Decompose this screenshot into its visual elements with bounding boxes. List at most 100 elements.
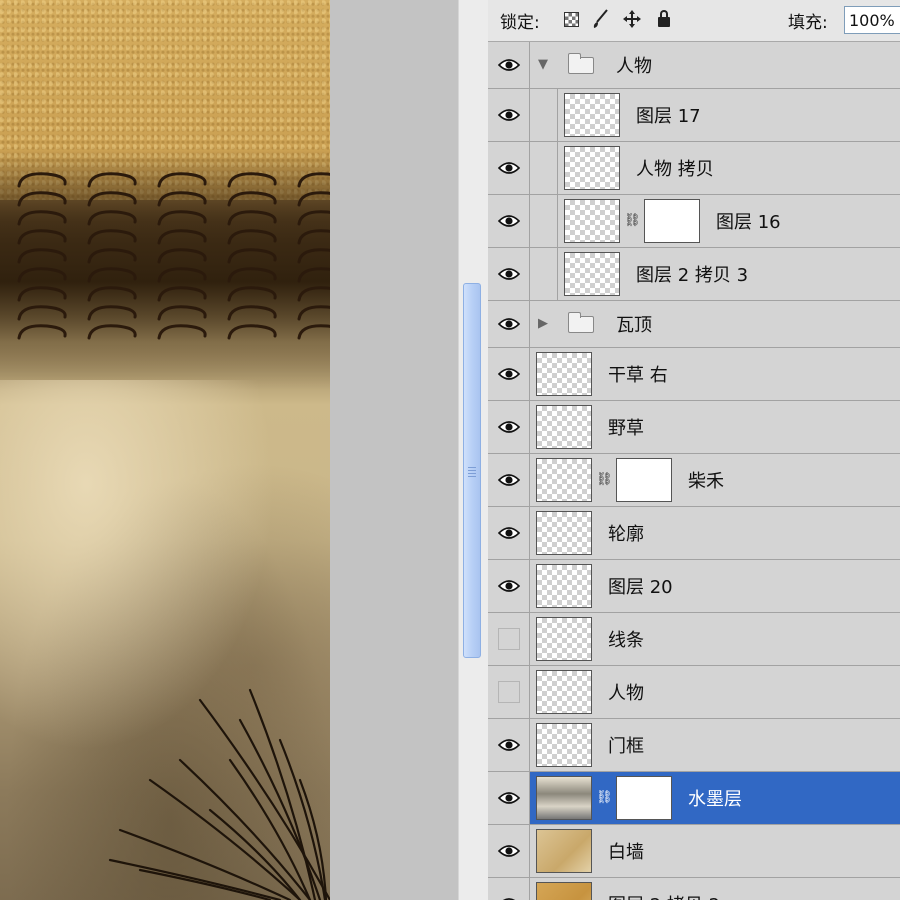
layer-thumbnail bbox=[536, 352, 592, 396]
eye-icon bbox=[498, 527, 520, 539]
eye-icon bbox=[498, 421, 520, 433]
visibility-toggle[interactable] bbox=[488, 401, 530, 453]
layer-row[interactable]: 图层 2 拷贝 3 bbox=[488, 248, 900, 301]
layer-row[interactable]: 干草 右 bbox=[488, 348, 900, 401]
layer-thumbnail bbox=[536, 405, 592, 449]
layer-name: 人物 bbox=[616, 56, 652, 77]
layer-name: 图层 17 bbox=[636, 106, 701, 127]
layer-name: 人物 bbox=[608, 683, 644, 704]
layer-name: 人物 拷贝 bbox=[636, 159, 714, 180]
visibility-toggle[interactable] bbox=[488, 195, 530, 247]
layer-thumbnail bbox=[536, 723, 592, 767]
visibility-toggle[interactable] bbox=[488, 142, 530, 194]
roof-tiles-drawing bbox=[17, 172, 330, 340]
layer-row[interactable]: 轮廓 bbox=[488, 507, 900, 560]
layer-name: 野草 bbox=[608, 418, 644, 439]
group-indent bbox=[530, 248, 558, 300]
layer-name: 瓦顶 bbox=[616, 315, 652, 336]
layer-row[interactable]: 线条 bbox=[488, 613, 900, 666]
visibility-toggle[interactable] bbox=[488, 507, 530, 559]
lock-label: 锁定: bbox=[500, 13, 540, 33]
layer-list: ▼ 人物 图层 17 人物 拷贝 ⛓ 图层 16 图层 2 拷贝 3 ▶ 瓦顶 干草 右野草 ⛓ 柴禾… bbox=[488, 42, 900, 900]
hidden-visibility-box bbox=[498, 681, 520, 703]
layer-name: 线条 bbox=[608, 630, 644, 651]
layer-thumbnail bbox=[536, 511, 592, 555]
layer-name: 门框 bbox=[608, 736, 644, 757]
group-indent bbox=[530, 195, 558, 247]
lock-toolbar: 锁定: 填充: bbox=[488, 0, 900, 42]
visibility-toggle[interactable] bbox=[488, 666, 530, 718]
layer-name: 柴禾 bbox=[688, 471, 724, 492]
layer-row[interactable]: ⛓ 柴禾 bbox=[488, 454, 900, 507]
layers-scrollbar[interactable] bbox=[458, 0, 488, 900]
eye-icon bbox=[498, 580, 520, 592]
layer-row[interactable]: 图层 17 bbox=[488, 89, 900, 142]
layer-row[interactable]: ⛓ 图层 16 bbox=[488, 195, 900, 248]
layer-name: 图层 2 拷贝 3 bbox=[636, 265, 749, 286]
hidden-visibility-box bbox=[498, 628, 520, 650]
layer-row[interactable]: 野草 bbox=[488, 401, 900, 454]
layer-thumbnail bbox=[564, 252, 620, 296]
layer-thumbnail bbox=[564, 146, 620, 190]
fill-opacity-input[interactable] bbox=[844, 6, 900, 34]
visibility-toggle[interactable] bbox=[488, 301, 530, 347]
visibility-toggle[interactable] bbox=[488, 42, 530, 88]
layer-mask-thumbnail[interactable] bbox=[616, 776, 672, 820]
layer-row[interactable]: 图层 20 bbox=[488, 560, 900, 613]
layer-mask-thumbnail[interactable] bbox=[616, 458, 672, 502]
layer-thumbnail bbox=[536, 776, 592, 820]
visibility-toggle[interactable] bbox=[488, 772, 530, 824]
layer-row[interactable]: 门框 bbox=[488, 719, 900, 772]
visibility-toggle[interactable] bbox=[488, 248, 530, 300]
layer-row[interactable]: 图层 2 拷贝 2 bbox=[488, 878, 900, 900]
layer-thumbnail bbox=[536, 829, 592, 873]
layer-name: 水墨层 bbox=[688, 789, 742, 810]
layer-group-row[interactable]: ▶ 瓦顶 bbox=[488, 301, 900, 348]
layer-name: 白墙 bbox=[608, 842, 644, 863]
layer-row[interactable]: 白墙 bbox=[488, 825, 900, 878]
disclosure-expanded-icon[interactable]: ▼ bbox=[538, 58, 552, 72]
visibility-toggle[interactable] bbox=[488, 560, 530, 612]
layer-row[interactable]: 人物 拷贝 bbox=[488, 142, 900, 195]
lock-all-padlock-icon[interactable] bbox=[654, 8, 674, 30]
mask-link-icon[interactable]: ⛓ bbox=[596, 471, 613, 489]
scrollbar-grip-icon bbox=[468, 467, 476, 477]
document-canvas[interactable] bbox=[0, 0, 330, 900]
visibility-toggle[interactable] bbox=[488, 878, 530, 900]
disclosure-collapsed-icon[interactable]: ▶ bbox=[538, 317, 552, 331]
layer-thumbnail bbox=[564, 199, 620, 243]
visibility-toggle[interactable] bbox=[488, 613, 530, 665]
lock-position-move-icon[interactable] bbox=[622, 8, 642, 30]
scrollbar-thumb[interactable] bbox=[463, 283, 481, 658]
visibility-toggle[interactable] bbox=[488, 454, 530, 506]
visibility-toggle[interactable] bbox=[488, 719, 530, 771]
eye-icon bbox=[498, 792, 520, 804]
layer-thumbnail bbox=[536, 882, 592, 900]
eye-icon bbox=[498, 474, 520, 486]
visibility-toggle[interactable] bbox=[488, 89, 530, 141]
lock-image-pixels-brush-icon[interactable] bbox=[591, 8, 611, 30]
mask-link-icon[interactable]: ⛓ bbox=[596, 789, 613, 807]
visibility-toggle[interactable] bbox=[488, 825, 530, 877]
canvas-artwork-svg bbox=[17, 172, 330, 900]
folder-icon bbox=[568, 312, 594, 333]
layer-thumbnail bbox=[536, 564, 592, 608]
lock-transparent-pixels-icon[interactable] bbox=[561, 8, 581, 30]
eye-icon bbox=[498, 162, 520, 174]
folder-icon bbox=[568, 53, 594, 74]
fill-label: 填充: bbox=[788, 13, 828, 33]
layer-group-row[interactable]: ▼ 人物 bbox=[488, 42, 900, 89]
layer-row[interactable]: ⛓ 水墨层 bbox=[488, 772, 900, 825]
layer-mask-thumbnail[interactable] bbox=[644, 199, 700, 243]
visibility-toggle[interactable] bbox=[488, 348, 530, 400]
group-indent bbox=[530, 89, 558, 141]
eye-icon bbox=[498, 739, 520, 751]
eye-icon bbox=[498, 368, 520, 380]
mask-link-icon[interactable]: ⛓ bbox=[624, 212, 641, 230]
layer-row[interactable]: 人物 bbox=[488, 666, 900, 719]
layer-name: 干草 右 bbox=[608, 365, 668, 386]
layer-name: 轮廓 bbox=[608, 524, 644, 545]
group-indent bbox=[530, 142, 558, 194]
layer-thumbnail bbox=[564, 93, 620, 137]
eye-icon bbox=[498, 59, 520, 71]
